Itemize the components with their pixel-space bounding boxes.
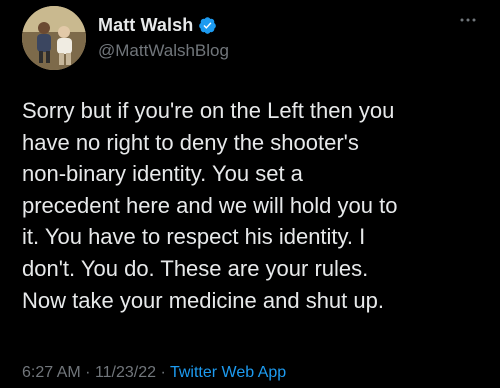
author-display-name[interactable]: Matt Walsh xyxy=(98,15,193,36)
meta-separator: · xyxy=(85,364,91,381)
tweet-source-link[interactable]: Twitter Web App xyxy=(170,364,286,381)
tweet-metadata: 6:27 AM · 11/23/22 · Twitter Web App xyxy=(22,364,286,382)
verified-badge-icon xyxy=(198,16,217,35)
meta-separator: · xyxy=(160,364,166,381)
tweet-text: Sorry but if you're on the Left then you… xyxy=(22,98,398,313)
tweet-time[interactable]: 6:27 AM xyxy=(22,364,81,381)
author-handle[interactable]: @MattWalshBlog xyxy=(98,41,229,61)
avatar[interactable] xyxy=(22,6,86,70)
more-options-icon[interactable] xyxy=(458,10,478,30)
tweet-card: Matt Walsh @MattWalshBlog Sorry but if y… xyxy=(0,0,500,388)
avatar-photo xyxy=(22,6,86,70)
author-name-row[interactable]: Matt Walsh xyxy=(98,14,217,36)
tweet-date[interactable]: 11/23/22 xyxy=(95,364,156,381)
